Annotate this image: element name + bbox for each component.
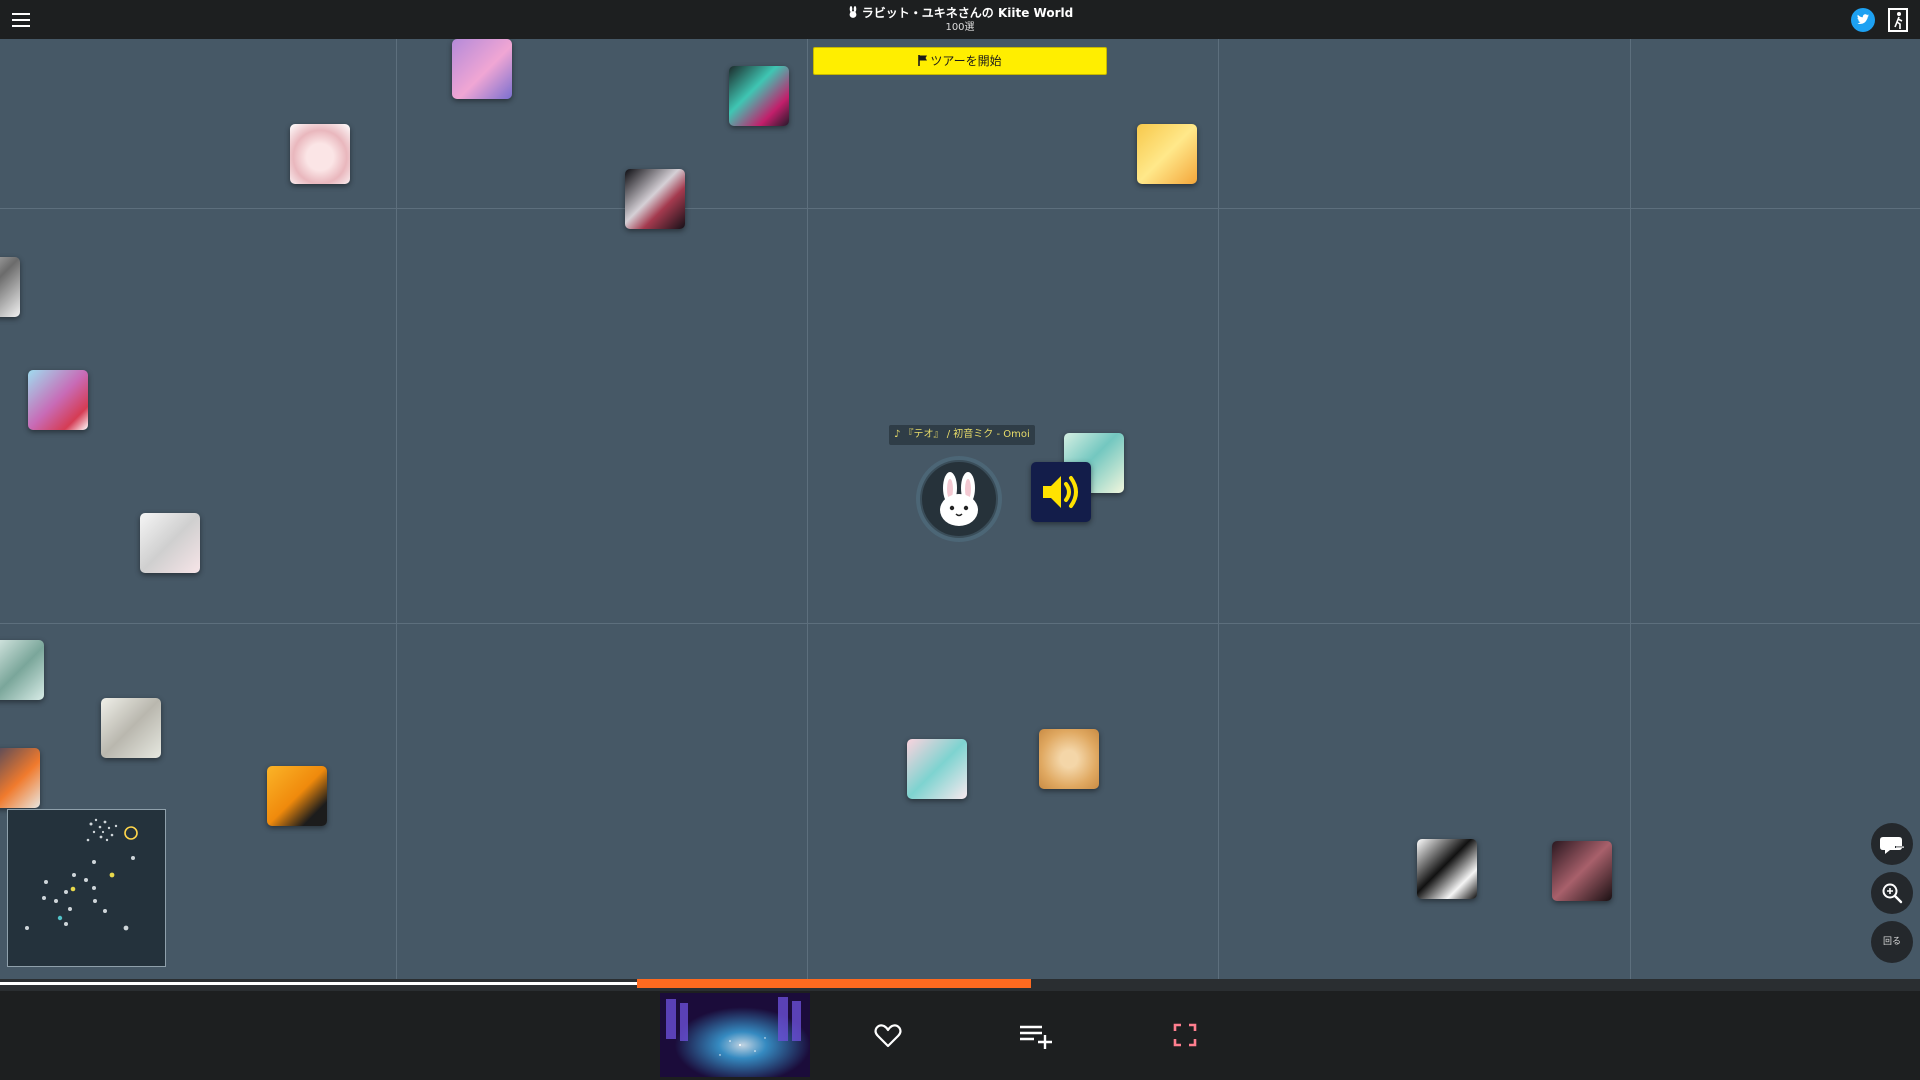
add-to-playlist-button[interactable] — [1012, 1011, 1060, 1059]
world-title: ラビット・ユキネさんの Kiite World — [760, 6, 1160, 21]
world-subtitle: 100選 — [945, 22, 975, 33]
song-thumbnail[interactable] — [1039, 729, 1099, 789]
grid-line — [396, 39, 397, 979]
fullscreen-icon — [1173, 1023, 1197, 1047]
favorite-button[interactable] — [864, 1011, 912, 1059]
flag-icon — [918, 55, 928, 66]
grid-line — [1630, 39, 1631, 979]
song-thumbnail[interactable] — [140, 513, 200, 573]
fullscreen-button[interactable] — [1161, 1011, 1209, 1059]
grid-line — [0, 208, 1920, 209]
rotate-button[interactable]: 回る — [1871, 921, 1913, 963]
song-thumbnail[interactable] — [452, 39, 512, 99]
song-thumbnail[interactable] — [28, 370, 88, 430]
playback-progress-bar[interactable] — [0, 979, 1920, 991]
zoom-icon — [1882, 883, 1903, 904]
grid-line — [0, 623, 1920, 624]
rabbit-icon — [849, 6, 857, 18]
now-playing-cover[interactable] — [660, 993, 810, 1077]
comment-icon — [1880, 837, 1905, 854]
rotate-label: 回る — [1882, 937, 1901, 947]
song-thumbnail[interactable] — [729, 66, 789, 126]
player-bar — [0, 991, 1920, 1080]
song-thumbnail[interactable] — [0, 257, 20, 317]
menu-icon[interactable] — [12, 13, 30, 27]
twitter-icon[interactable] — [1851, 8, 1875, 32]
comment-toggle-button[interactable] — [1871, 823, 1913, 865]
heart-icon — [874, 1024, 902, 1048]
song-thumbnail[interactable] — [290, 124, 350, 184]
song-thumbnail[interactable] — [1552, 841, 1612, 901]
song-thumbnail[interactable] — [907, 739, 967, 799]
song-thumbnail[interactable] — [0, 748, 40, 808]
progress-buffered — [637, 979, 1031, 988]
world-map[interactable]: ツアーを開始 ♪ 『テオ』 / 初音ミク - Omoi 回る — [0, 39, 1920, 979]
top-bar: ラビット・ユキネさんの Kiite World 100選 — [0, 0, 1920, 39]
song-thumbnail[interactable] — [101, 698, 161, 758]
song-thumbnail[interactable] — [0, 640, 44, 700]
start-tour-label: ツアーを開始 — [930, 54, 1002, 68]
grid-line — [807, 39, 808, 979]
minimap[interactable] — [7, 809, 166, 967]
song-thumbnail[interactable] — [625, 169, 685, 229]
speaker-icon[interactable] — [1031, 462, 1091, 522]
playlist-add-icon — [1020, 1025, 1052, 1049]
user-avatar[interactable] — [920, 460, 998, 538]
grid-line — [1218, 39, 1219, 979]
song-thumbnail[interactable] — [1137, 124, 1197, 184]
song-thumbnail[interactable] — [267, 766, 327, 826]
rabbit-icon — [940, 472, 978, 526]
world-title-block: ラビット・ユキネさんの Kiite World 100選 — [760, 6, 1160, 34]
now-playing-label: ♪ 『テオ』 / 初音ミク - Omoi — [889, 425, 1035, 445]
exit-icon[interactable] — [1888, 8, 1908, 32]
song-thumbnail[interactable] — [1417, 839, 1477, 899]
world-title-text: ラビット・ユキネさんの Kiite World — [861, 6, 1074, 20]
start-tour-button[interactable]: ツアーを開始 — [813, 47, 1107, 75]
zoom-button[interactable] — [1871, 872, 1913, 914]
